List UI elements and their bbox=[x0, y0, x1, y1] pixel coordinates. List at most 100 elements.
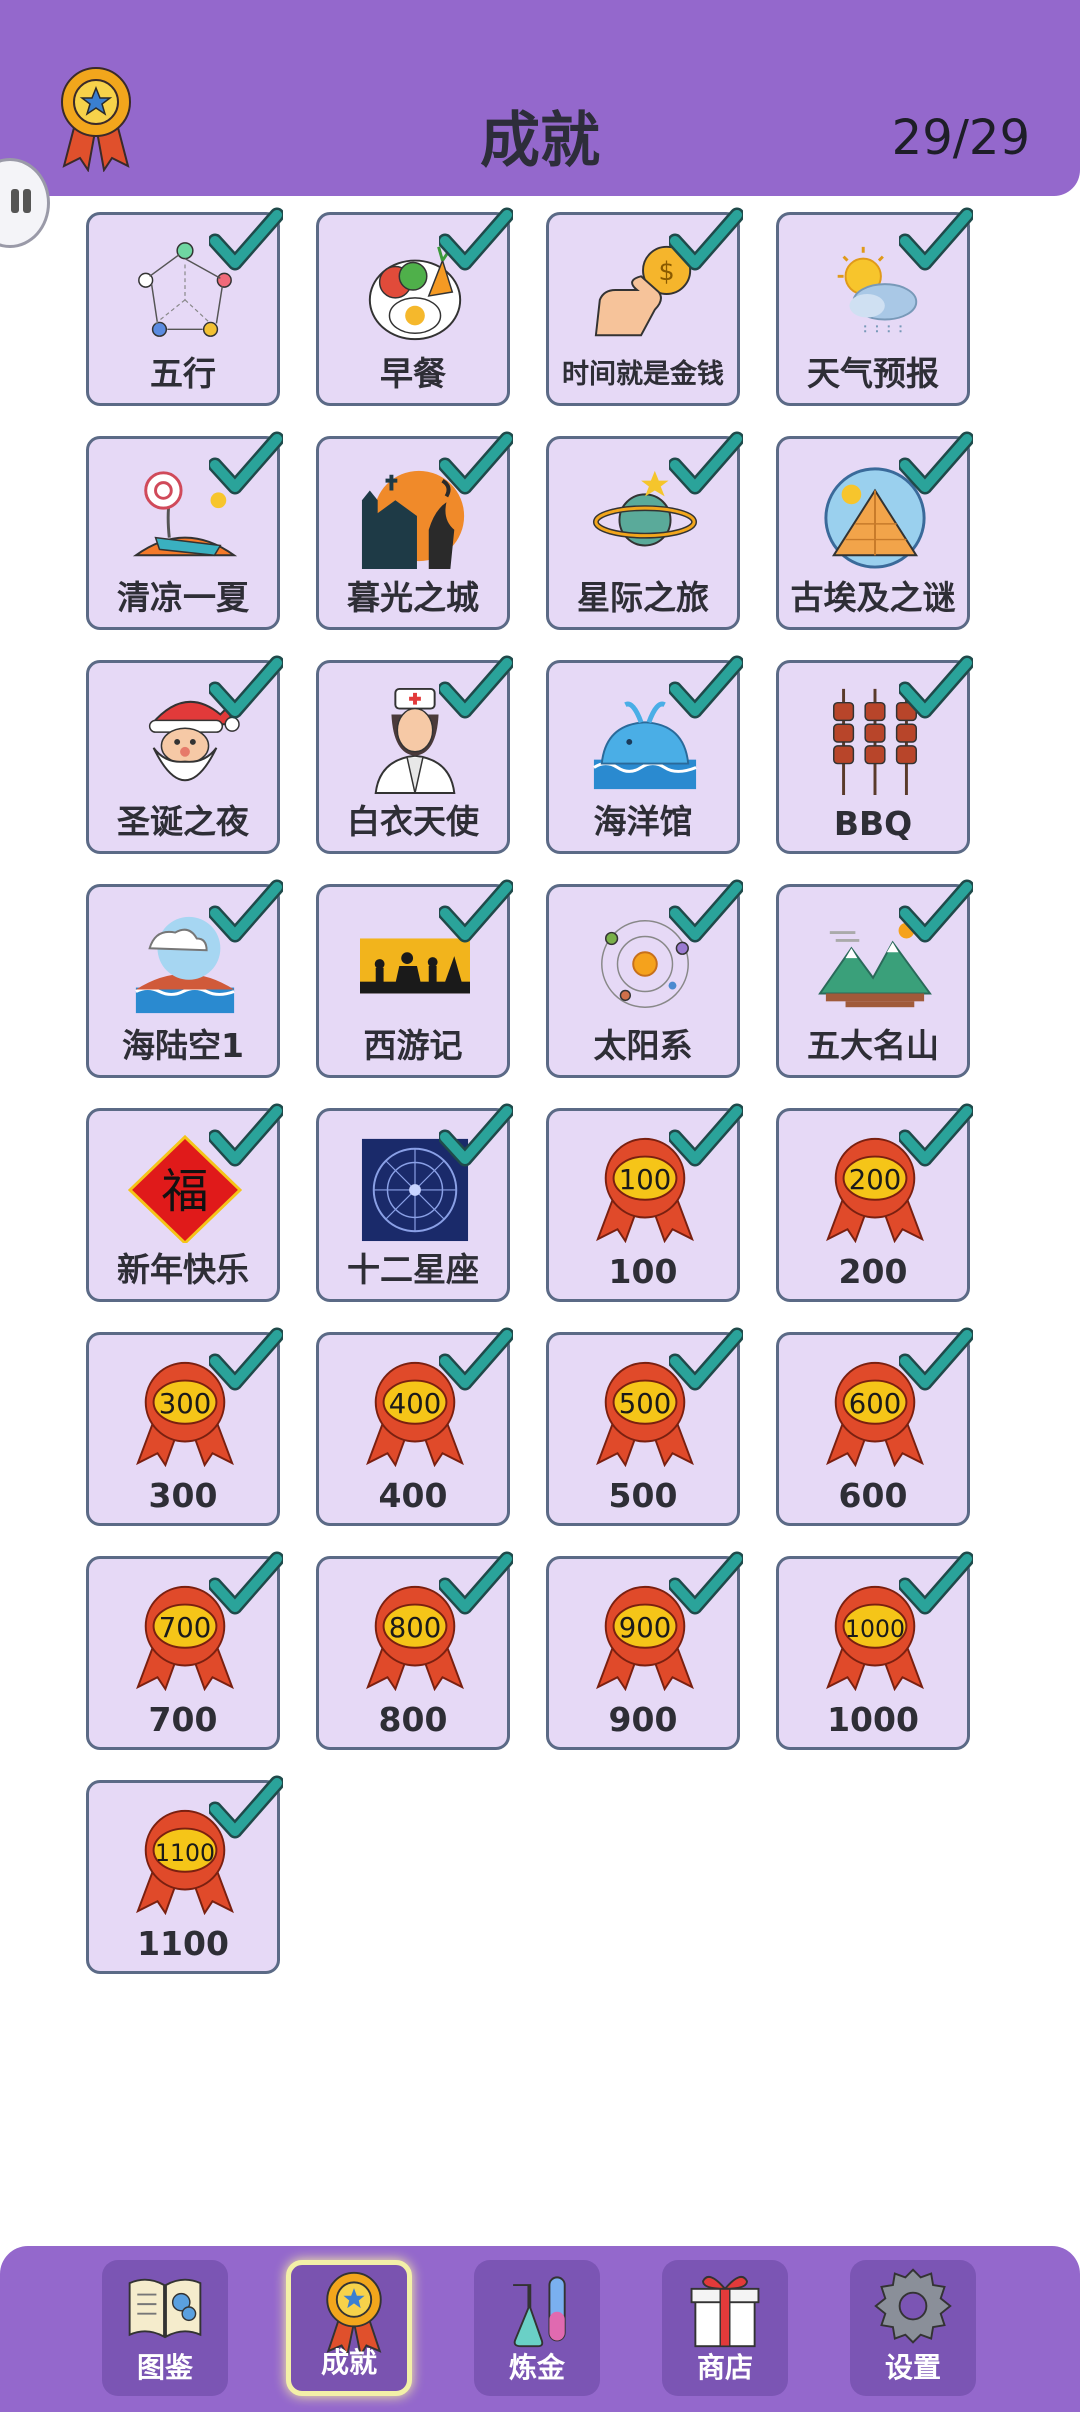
achievement-card[interactable]: 500 500 bbox=[546, 1327, 743, 1526]
achievement-card[interactable]: 西游记 bbox=[316, 879, 513, 1078]
svg-text:1000: 1000 bbox=[845, 1615, 905, 1643]
achievement-label: 800 bbox=[378, 1700, 448, 1739]
achievement-card[interactable]: 200 200 bbox=[776, 1103, 973, 1302]
top-bar: 成就 29/29 bbox=[0, 0, 1080, 196]
achievement-card[interactable]: 100 100 bbox=[546, 1103, 743, 1302]
achievement-label: 圣诞之夜 bbox=[117, 802, 249, 841]
nav-label: 商店 bbox=[696, 2351, 753, 2384]
achievement-label: 400 bbox=[378, 1476, 448, 1515]
check-icon bbox=[209, 879, 283, 943]
achievement-label: 五大名山 bbox=[807, 1026, 939, 1065]
achievement-label: 200 bbox=[838, 1252, 908, 1291]
check-icon bbox=[439, 655, 513, 719]
check-icon bbox=[899, 207, 973, 271]
achievement-card[interactable]: 五行 bbox=[86, 207, 283, 406]
achievement-label: 太阳系 bbox=[593, 1026, 693, 1065]
nav-item-gift[interactable]: 商店 bbox=[662, 2260, 788, 2396]
achievement-label: 700 bbox=[148, 1700, 218, 1739]
bottom-nav: 图鉴 成就 炼金 商店 设置 bbox=[0, 2246, 1080, 2412]
achievement-card[interactable]: 暮光之城 bbox=[316, 431, 513, 630]
achievement-label: 星际之旅 bbox=[577, 578, 709, 617]
achievement-card[interactable]: $ 时间就是金钱 bbox=[546, 207, 743, 406]
check-icon bbox=[669, 1327, 743, 1391]
achievement-card[interactable]: 900 900 bbox=[546, 1551, 743, 1750]
achievement-card[interactable]: 600 600 bbox=[776, 1327, 973, 1526]
achievement-card[interactable]: 300 300 bbox=[86, 1327, 283, 1526]
gear-icon bbox=[874, 2268, 952, 2344]
nav-item-medal[interactable]: 成就 bbox=[286, 2260, 412, 2396]
check-icon bbox=[209, 207, 283, 271]
check-icon bbox=[899, 879, 973, 943]
achievement-grid: 五行 早餐 $ 时间就是金钱 天气预报 清凉一夏 暮光之城 星际之旅 古埃及之谜… bbox=[86, 207, 1006, 1974]
achievements-screen: 成就 29/29 五行 早餐 $ 时间就是金钱 天气预报 清凉一夏 暮光之城 星… bbox=[0, 0, 1080, 2412]
svg-text:700: 700 bbox=[159, 1612, 212, 1644]
check-icon bbox=[209, 1327, 283, 1391]
achievement-card[interactable]: 古埃及之谜 bbox=[776, 431, 973, 630]
achievement-card[interactable]: 1000 1000 bbox=[776, 1551, 973, 1750]
check-icon bbox=[209, 1551, 283, 1615]
nav-label: 炼金 bbox=[508, 2351, 565, 2384]
nav-label: 设置 bbox=[884, 2351, 941, 2384]
check-icon bbox=[209, 1103, 283, 1167]
check-icon bbox=[899, 431, 973, 495]
achievement-label: 1100 bbox=[137, 1924, 229, 1963]
nav-item-flask[interactable]: 炼金 bbox=[474, 2260, 600, 2396]
check-icon bbox=[669, 1551, 743, 1615]
check-icon bbox=[669, 431, 743, 495]
nav-label: 成就 bbox=[320, 2346, 377, 2379]
achievement-card[interactable]: 清凉一夏 bbox=[86, 431, 283, 630]
svg-text:800: 800 bbox=[389, 1612, 442, 1644]
check-icon bbox=[669, 879, 743, 943]
achievement-label: BBQ bbox=[833, 804, 913, 843]
achievement-card[interactable]: 海陆空1 bbox=[86, 879, 283, 1078]
check-icon bbox=[439, 879, 513, 943]
achievement-label: 100 bbox=[608, 1252, 678, 1291]
svg-text:300: 300 bbox=[159, 1388, 212, 1420]
achievement-label: 白衣天使 bbox=[347, 802, 479, 841]
achievement-card[interactable]: 400 400 bbox=[316, 1327, 513, 1526]
achievement-label: 海陆空1 bbox=[122, 1026, 244, 1065]
check-icon bbox=[209, 1775, 283, 1839]
nav-item-gear[interactable]: 设置 bbox=[850, 2260, 976, 2396]
svg-text:100: 100 bbox=[619, 1164, 672, 1196]
nav-item-book[interactable]: 图鉴 bbox=[102, 2260, 228, 2396]
check-icon bbox=[439, 207, 513, 271]
achievement-card[interactable]: 星际之旅 bbox=[546, 431, 743, 630]
achievement-count: 29/29 bbox=[891, 110, 1030, 166]
svg-text:福: 福 bbox=[161, 1165, 208, 1220]
achievement-card[interactable]: BBQ bbox=[776, 655, 973, 854]
achievement-card[interactable]: 天气预报 bbox=[776, 207, 973, 406]
check-icon bbox=[209, 431, 283, 495]
achievement-card[interactable]: 800 800 bbox=[316, 1551, 513, 1750]
achievement-card[interactable]: 700 700 bbox=[86, 1551, 283, 1750]
achievement-card[interactable]: 太阳系 bbox=[546, 879, 743, 1078]
achievement-label: 天气预报 bbox=[807, 354, 939, 393]
achievement-card[interactable]: 福新年快乐 bbox=[86, 1103, 283, 1302]
nav-label: 图鉴 bbox=[136, 2351, 193, 2384]
achievement-label: 十二星座 bbox=[347, 1250, 479, 1289]
check-icon bbox=[899, 655, 973, 719]
achievement-card[interactable]: 五大名山 bbox=[776, 879, 973, 1078]
achievement-card[interactable]: 白衣天使 bbox=[316, 655, 513, 854]
achievement-label: 900 bbox=[608, 1700, 678, 1739]
check-icon bbox=[899, 1551, 973, 1615]
achievement-label: 古埃及之谜 bbox=[790, 578, 956, 617]
achievement-card[interactable]: 1100 1100 bbox=[86, 1775, 283, 1974]
achievement-label: 西游记 bbox=[363, 1026, 463, 1065]
check-icon bbox=[439, 1551, 513, 1615]
achievement-card[interactable]: 海洋馆 bbox=[546, 655, 743, 854]
check-icon bbox=[669, 207, 743, 271]
achievement-label: 新年快乐 bbox=[117, 1250, 249, 1289]
achievement-label: 1000 bbox=[827, 1700, 919, 1739]
achievement-card[interactable]: 圣诞之夜 bbox=[86, 655, 283, 854]
check-icon bbox=[439, 431, 513, 495]
check-icon bbox=[669, 1103, 743, 1167]
svg-text:600: 600 bbox=[849, 1388, 902, 1420]
achievement-card[interactable]: 十二星座 bbox=[316, 1103, 513, 1302]
gift-icon bbox=[690, 2275, 760, 2348]
check-icon bbox=[439, 1327, 513, 1391]
flask-icon bbox=[513, 2276, 566, 2348]
achievement-label: 时间就是金钱 bbox=[562, 359, 724, 390]
achievement-card[interactable]: 早餐 bbox=[316, 207, 513, 406]
achievement-label: 暮光之城 bbox=[347, 578, 479, 617]
